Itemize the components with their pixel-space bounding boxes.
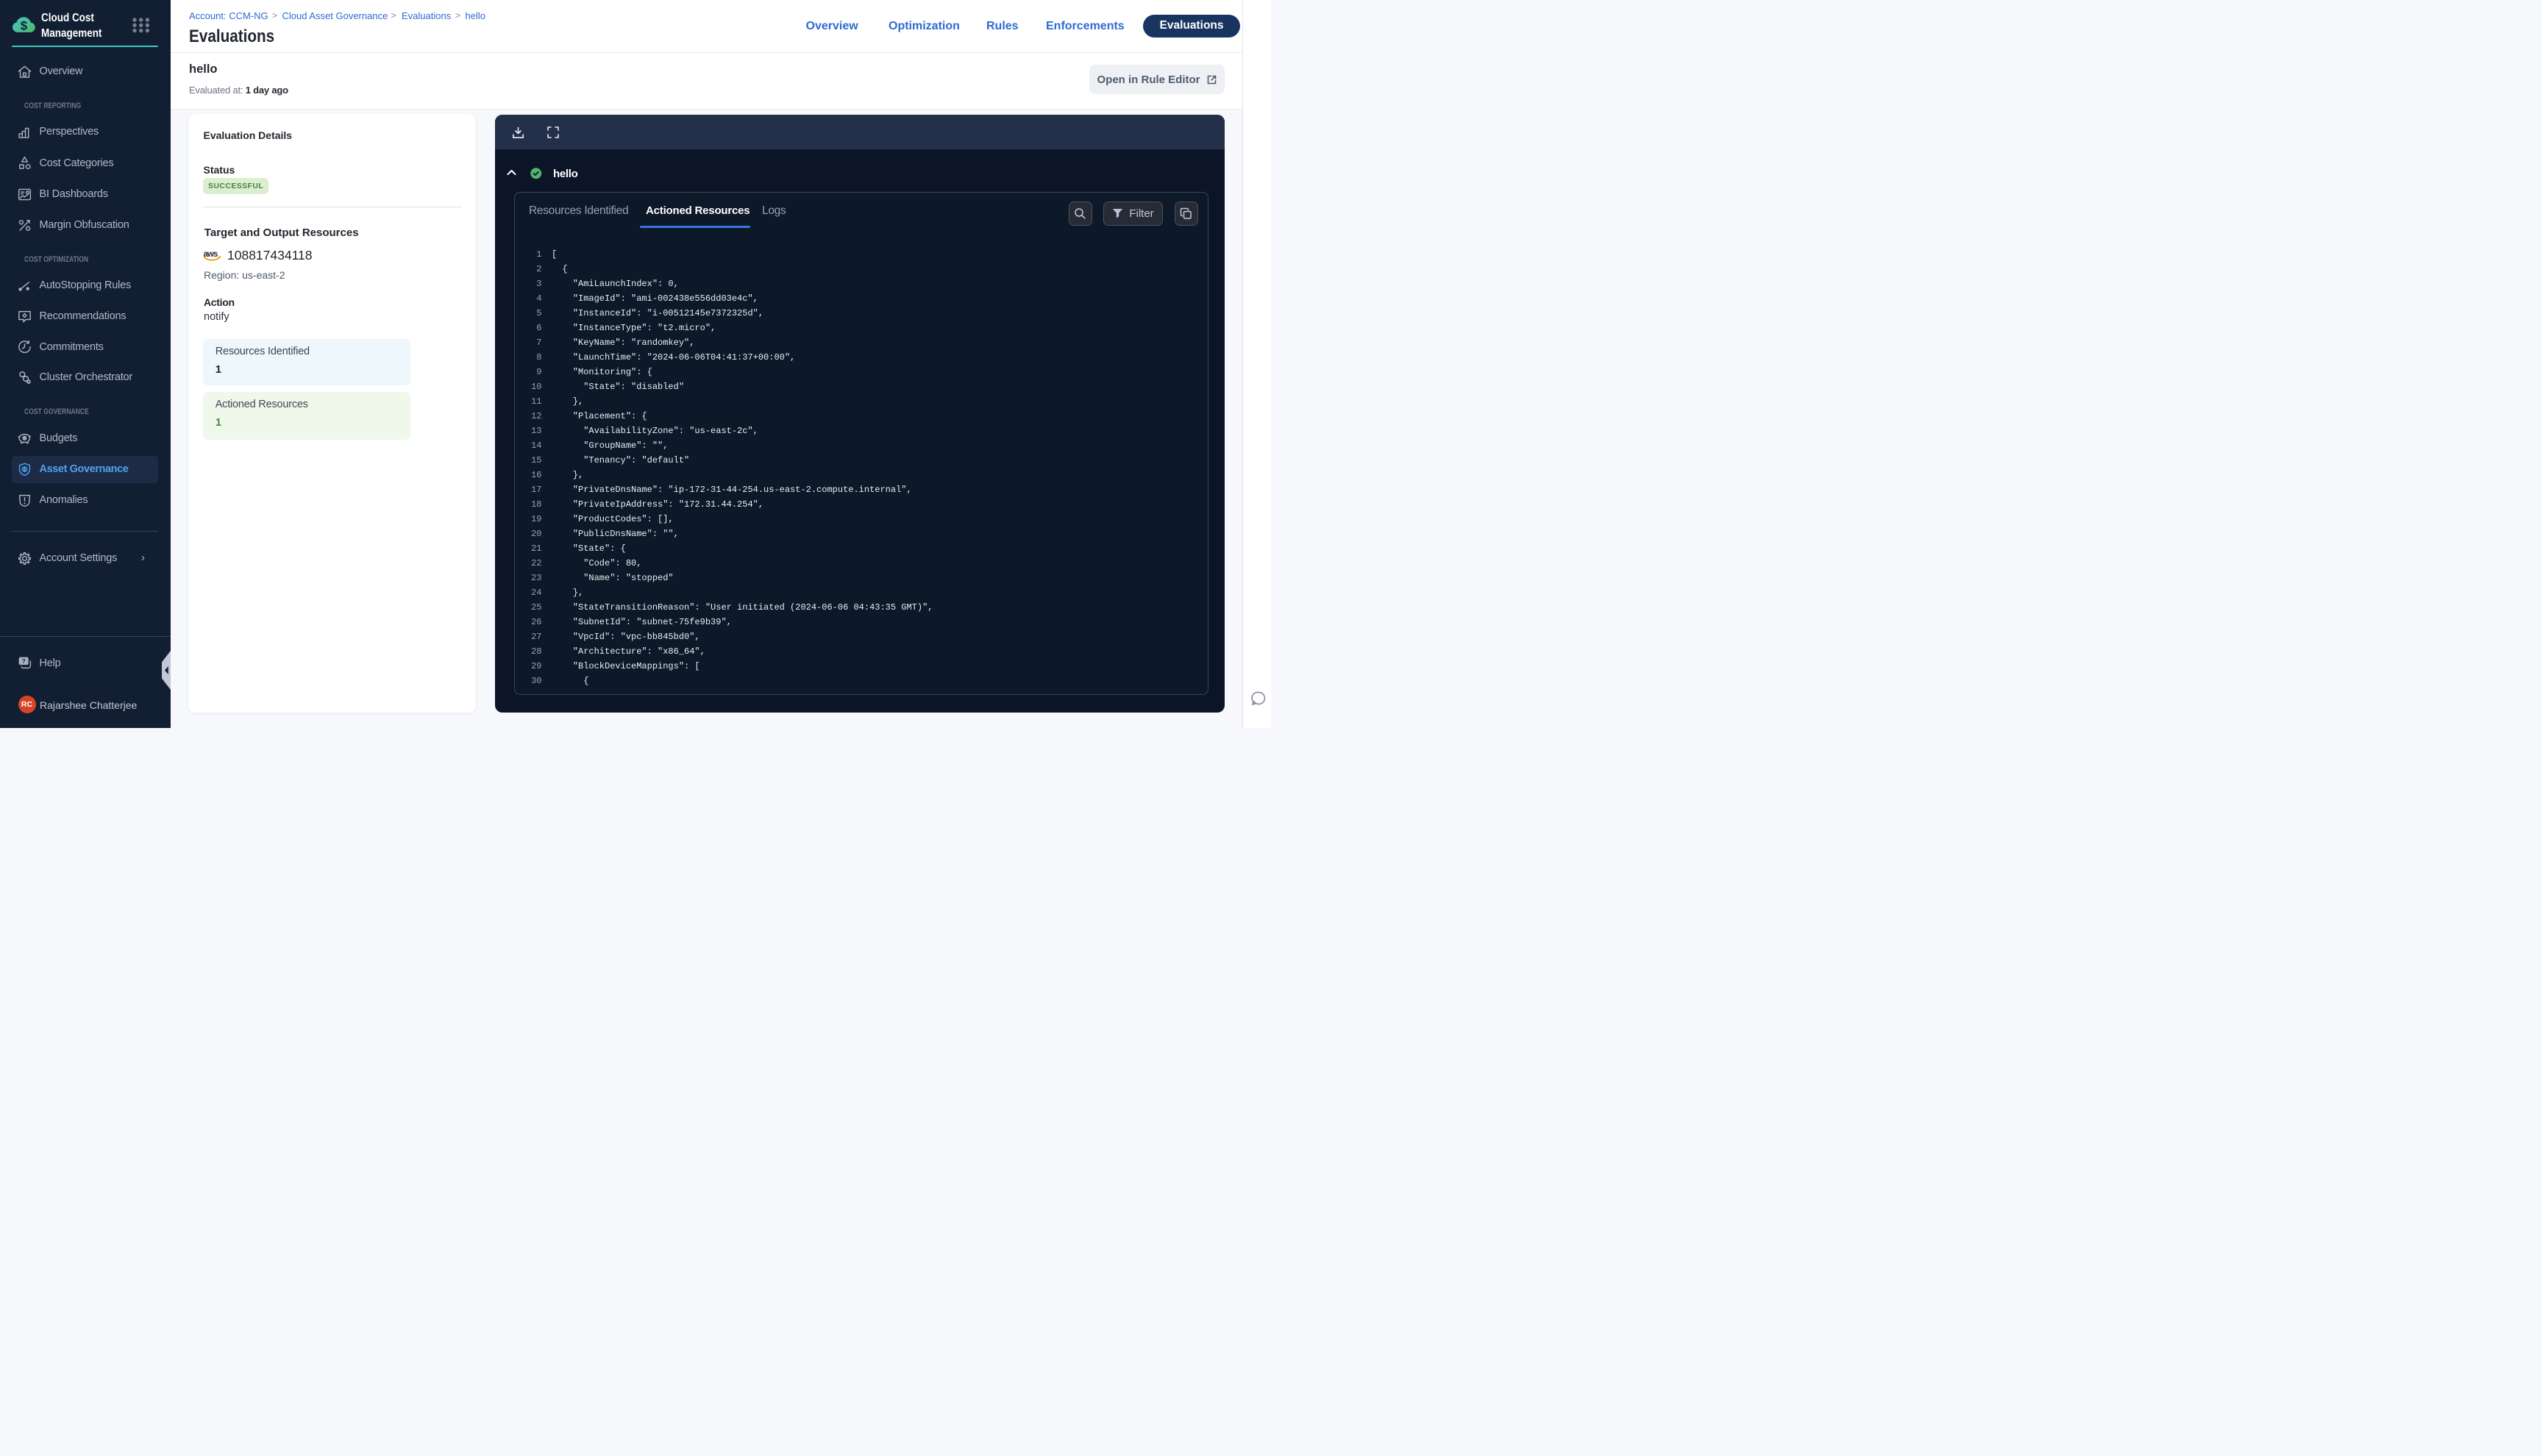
svg-text:aws: aws bbox=[204, 250, 218, 259]
svg-text:?: ? bbox=[21, 657, 25, 665]
svg-text:$: $ bbox=[21, 19, 28, 33]
